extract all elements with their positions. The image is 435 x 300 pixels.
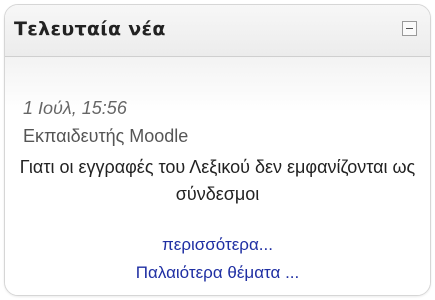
block-title: Τελευταία νέα xyxy=(14,18,166,40)
more-link[interactable]: περισσότερα... xyxy=(5,235,430,255)
news-date: 1 Ιούλ, 15:56 xyxy=(23,98,127,118)
block-content: 1 Ιούλ, 15:56 Εκπαιδευτής Moodle Γιατι ο… xyxy=(5,57,430,295)
news-text: Γιατι οι εγγραφές του Λεξικού δεν εμφανί… xyxy=(19,157,416,204)
latest-news-block: Τελευταία νέα 1 Ιούλ, 15:56 Εκπαιδευτής … xyxy=(4,4,431,296)
older-topics-link[interactable]: Παλαιότερα θέματα ... xyxy=(5,263,430,283)
block-header: Τελευταία νέα xyxy=(5,5,430,57)
news-author: Εκπαιδευτής Moodle xyxy=(23,126,189,146)
collapse-icon[interactable] xyxy=(402,21,417,36)
